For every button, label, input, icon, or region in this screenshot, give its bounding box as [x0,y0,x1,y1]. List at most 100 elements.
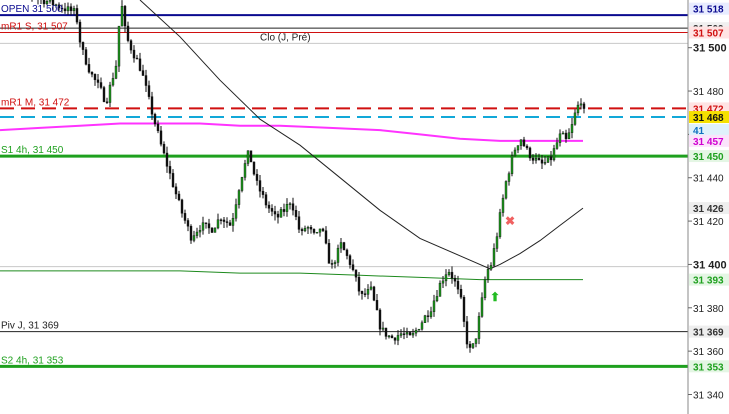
candle-body-51 [153,114,157,125]
candle-body-96 [288,203,292,205]
candle-body-94 [282,209,286,212]
price-tag-4: 31 468 [693,113,724,124]
y-tick-label-4: 31 420 [693,217,724,228]
candle-body-65 [195,231,199,236]
candle-body-100 [300,229,304,232]
candle-body-111 [333,262,337,264]
y-tick-label-1: 31 360 [693,347,724,358]
candle-body-69 [207,223,211,229]
candle-body-32 [96,79,100,83]
candle-body-167 [501,197,505,213]
candle-body-170 [510,155,514,174]
candle-body-103 [309,227,313,230]
candle-body-177 [531,157,535,161]
candle-body-184 [552,148,556,161]
candle-body-16 [48,0,52,2]
candle-body-93 [279,209,283,218]
candle-body-153 [459,289,463,298]
candle-body-82 [246,150,250,164]
chart-background [0,0,729,414]
candle-body-176 [528,147,532,159]
buy-signal-marker: ⬆ [490,290,500,304]
candle-body-156 [468,343,472,348]
candle-body-56 [168,166,172,174]
price-tag-7: 31 450 [693,152,724,163]
candle-body-64 [192,235,196,241]
candle-body-67 [201,222,205,231]
candle-body-165 [495,236,499,249]
price-tag-6: 31 457 [693,137,724,148]
candle-body-72 [216,219,220,229]
candle-body-175 [525,145,529,149]
candle-body-36 [108,84,112,103]
candle-body-25 [75,8,79,23]
candle-body-163 [489,265,493,270]
candle-body-135 [405,332,409,335]
candle-body-144 [432,300,436,312]
candle-body-193 [579,103,583,106]
candle-body-155 [465,321,469,345]
candle-body-22 [66,6,70,12]
candle-body-86 [258,180,262,192]
candle-body-142 [426,315,430,317]
price-tag-10: 31 369 [693,328,724,339]
price-tag-8: 31 426 [693,204,724,215]
candle-body-166 [498,212,502,237]
candle-body-106 [318,228,322,233]
y-tick-label-8: 31 500 [693,43,727,55]
candle-body-125 [375,300,379,311]
candle-body-169 [507,173,511,182]
candle-body-89 [267,204,271,209]
candle-body-164 [492,248,496,266]
candle-body-38 [114,65,118,79]
candle-body-124 [372,286,376,301]
candle-body-174 [522,139,526,147]
candle-body-180 [540,159,544,164]
candle-body-158 [474,338,478,344]
candle-body-161 [483,279,487,298]
candle-body-42 [126,25,130,41]
candle-body-102 [306,227,310,229]
candle-body-127 [381,327,385,330]
candle-body-88 [264,194,268,206]
candle-body-146 [438,282,442,297]
candle-body-110 [330,263,334,265]
candle-body-141 [423,315,427,323]
level-label-4: mR1 M, 31 472 [1,97,70,108]
candle-body-183 [549,156,553,161]
candle-body-168 [504,181,508,199]
candle-body-66 [198,229,202,233]
level-label-8: Piv J, 31 369 [1,321,59,332]
candle-body-41 [123,5,127,27]
candle-body-190 [570,124,574,133]
candle-body-26 [78,21,82,43]
candle-body-130 [390,335,394,339]
candle-body-43 [129,40,133,51]
level-label-3: Clo (J, Pré) [260,32,311,43]
y-tick-label-5: 31 440 [693,174,724,185]
level-label-9: S2 4h, 31 353 [1,355,64,366]
candle-body-76 [228,222,232,226]
candle-body-112 [336,247,340,263]
candle-body-182 [546,156,550,163]
candle-body-122 [366,289,370,295]
candle-body-70 [210,227,214,233]
candle-body-138 [414,329,418,334]
candle-body-28 [84,49,88,65]
candle-body-81 [243,163,247,178]
candle-body-59 [177,193,181,201]
candle-body-101 [303,227,307,232]
candle-body-160 [480,297,484,317]
candle-body-78 [234,204,238,219]
candle-body-118 [354,269,358,278]
candle-body-45 [135,57,139,60]
candle-body-47 [141,70,145,76]
candle-body-154 [462,297,466,322]
candle-body-113 [339,242,343,249]
candle-body-61 [183,213,187,221]
candle-body-129 [387,335,391,338]
price-axis[interactable]: 31 340 31 360 31 380 31 400 31 420 31 440 31 4… [687,0,729,414]
price-tag-11: 31 353 [693,362,724,373]
candle-body-117 [351,264,355,271]
candle-body-34 [102,87,106,102]
